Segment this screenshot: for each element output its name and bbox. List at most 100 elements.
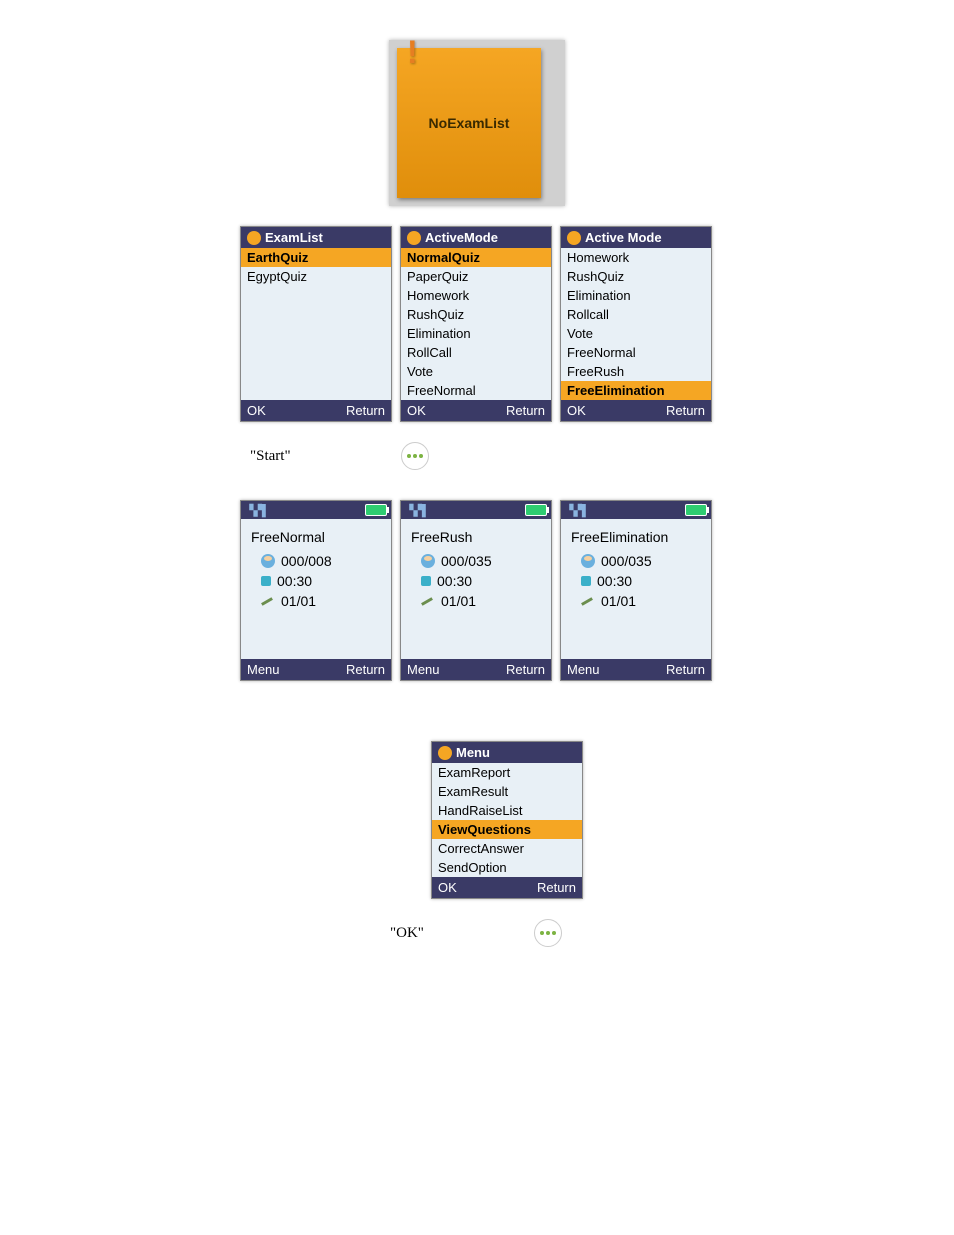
phone-screen: ▝▞▌ FreeElimination 000/035 00:30 01/01 Menu R… <box>560 500 712 681</box>
signal-icon: ▝▞▌ <box>245 504 270 517</box>
mode-title: FreeElimination <box>571 529 701 545</box>
phone-footer: OK Return <box>432 877 582 898</box>
phone-body: NormalQuizPaperQuizHomeworkRushQuizElimi… <box>401 248 551 400</box>
list-item[interactable]: Vote <box>561 324 711 343</box>
list-item[interactable]: Homework <box>401 286 551 305</box>
progress-line: 01/01 <box>581 593 701 609</box>
phone-footer: Menu Return <box>401 659 551 680</box>
softkey-right[interactable]: Return <box>346 403 385 418</box>
list-item[interactable]: FreeNormal <box>561 343 711 362</box>
softkey-left[interactable]: OK <box>567 403 586 418</box>
list-item[interactable]: Vote <box>401 362 551 381</box>
list-item[interactable]: Homework <box>561 248 711 267</box>
phone-screen: ▝▞▌ FreeNormal 000/008 00:30 01/01 Menu Return <box>240 500 392 681</box>
softkey-left[interactable]: Menu <box>247 662 280 677</box>
phone-title: ActiveMode <box>425 230 498 245</box>
ok-line: "OK" <box>390 919 854 947</box>
list-item[interactable]: RushQuiz <box>401 305 551 324</box>
exclamation-icon: ! <box>407 34 418 71</box>
softkey-left[interactable]: OK <box>407 403 426 418</box>
count-line: 000/035 <box>421 553 541 569</box>
phone-screen: ▝▞▌ FreeRush 000/035 00:30 01/01 Menu Return <box>400 500 552 681</box>
list-item[interactable]: Elimination <box>401 324 551 343</box>
list-item[interactable]: FreeRush <box>561 362 711 381</box>
mode-title: FreeNormal <box>251 529 381 545</box>
softkey-right[interactable]: Return <box>506 403 545 418</box>
start-label: "Start" <box>250 448 291 465</box>
phone-footer: Menu Return <box>561 659 711 680</box>
softkey-right[interactable]: Return <box>666 403 705 418</box>
list-item[interactable]: PaperQuiz <box>401 267 551 286</box>
battery-icon <box>525 504 547 516</box>
phone-header: ExamList <box>241 227 391 248</box>
phone-footer: OK Return <box>241 400 391 421</box>
battery-icon <box>685 504 707 516</box>
phone-body: FreeNormal 000/008 00:30 01/01 <box>241 519 391 659</box>
list-item[interactable]: RollCall <box>401 343 551 362</box>
status-bar: ▝▞▌ <box>561 501 711 519</box>
time-value: 00:30 <box>437 573 472 589</box>
logo-icon <box>407 231 421 245</box>
time-line: 00:30 <box>261 573 381 589</box>
phone-title: Menu <box>456 745 490 760</box>
signal-icon: ▝▞▌ <box>565 504 590 517</box>
clock-icon <box>421 576 431 586</box>
clock-icon <box>581 576 591 586</box>
logo-icon <box>567 231 581 245</box>
phone-header: Active Mode <box>561 227 711 248</box>
logo-icon <box>438 746 452 760</box>
phone-body: ExamReportExamResultHandRaiseListViewQue… <box>432 763 582 877</box>
count-value: 000/035 <box>601 553 652 569</box>
phone-title: ExamList <box>265 230 323 245</box>
softkey-right[interactable]: Return <box>506 662 545 677</box>
signal-icon: ▝▞▌ <box>405 504 430 517</box>
list-item[interactable]: FreeElimination <box>561 381 711 400</box>
phone-header: Menu <box>432 742 582 763</box>
list-item[interactable]: EarthQuiz <box>241 248 391 267</box>
phone-screen: ExamList EarthQuizEgyptQuiz OK Return <box>240 226 392 422</box>
list-item[interactable]: ExamResult <box>432 782 582 801</box>
softkey-left[interactable]: OK <box>247 403 266 418</box>
mode-title: FreeRush <box>411 529 541 545</box>
softkey-right[interactable]: Return <box>537 880 576 895</box>
status-bar: ▝▞▌ <box>241 501 391 519</box>
list-item[interactable]: FreeNormal <box>401 381 551 400</box>
pen-icon <box>421 594 435 608</box>
list-item[interactable]: SendOption <box>432 858 582 877</box>
softkey-right[interactable]: Return <box>666 662 705 677</box>
pen-icon <box>261 594 275 608</box>
softkey-left[interactable]: OK <box>438 880 457 895</box>
ok-label: "OK" <box>390 925 424 942</box>
progress-line: 01/01 <box>261 593 381 609</box>
list-item[interactable]: HandRaiseList <box>432 801 582 820</box>
progress-value: 01/01 <box>281 593 316 609</box>
phone-footer: OK Return <box>401 400 551 421</box>
phone-body: FreeElimination 000/035 00:30 01/01 <box>561 519 711 659</box>
list-item[interactable]: Rollcall <box>561 305 711 324</box>
list-item[interactable]: Elimination <box>561 286 711 305</box>
phone-title: Active Mode <box>585 230 662 245</box>
count-line: 000/008 <box>261 553 381 569</box>
more-icon[interactable] <box>534 919 562 947</box>
logo-icon <box>247 231 261 245</box>
progress-line: 01/01 <box>421 593 541 609</box>
time-line: 00:30 <box>581 573 701 589</box>
time-value: 00:30 <box>597 573 632 589</box>
list-item[interactable]: ViewQuestions <box>432 820 582 839</box>
list-item[interactable]: NormalQuiz <box>401 248 551 267</box>
progress-value: 01/01 <box>441 593 476 609</box>
list-item[interactable]: EgyptQuiz <box>241 267 391 286</box>
softkey-left[interactable]: Menu <box>567 662 600 677</box>
softkey-left[interactable]: Menu <box>407 662 440 677</box>
phone-body: HomeworkRushQuizEliminationRollcallVoteF… <box>561 248 711 400</box>
count-value: 000/008 <box>281 553 332 569</box>
more-icon[interactable] <box>401 442 429 470</box>
softkey-right[interactable]: Return <box>346 662 385 677</box>
list-item[interactable]: RushQuiz <box>561 267 711 286</box>
list-item[interactable]: ExamReport <box>432 763 582 782</box>
phone-body: EarthQuizEgyptQuiz <box>241 248 391 400</box>
count-line: 000/035 <box>581 553 701 569</box>
status-bar: ▝▞▌ <box>401 501 551 519</box>
phone-screen: Menu ExamReportExamResultHandRaiseListVie… <box>431 741 583 899</box>
list-item[interactable]: CorrectAnswer <box>432 839 582 858</box>
